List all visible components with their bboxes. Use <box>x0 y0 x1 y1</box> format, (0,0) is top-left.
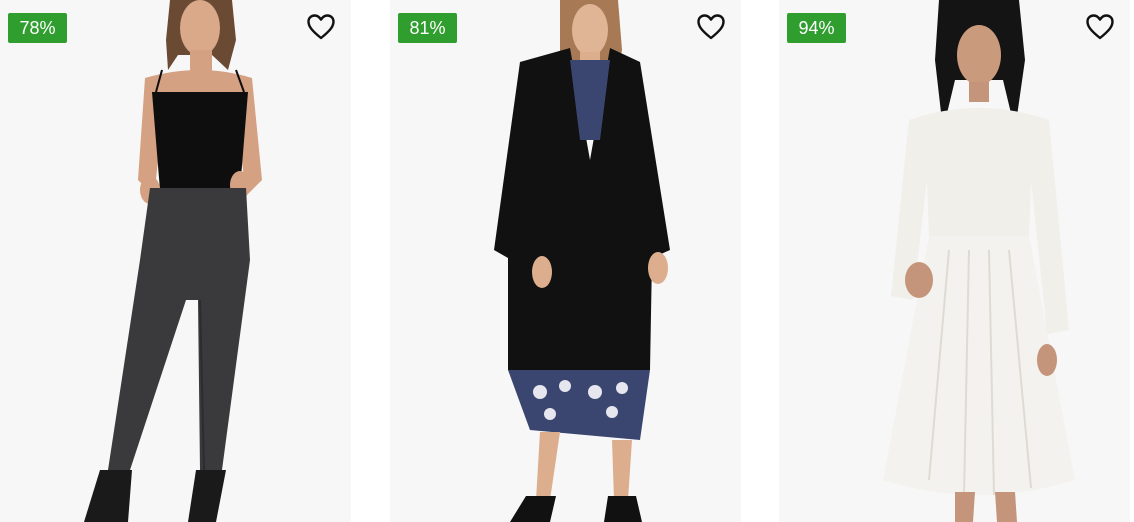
product-image[interactable] <box>779 0 1130 522</box>
product-image[interactable] <box>390 0 741 522</box>
product-image[interactable] <box>0 0 351 522</box>
product-card[interactable]: 81% <box>390 0 741 522</box>
wishlist-heart-icon[interactable] <box>697 14 725 40</box>
product-card[interactable]: 78% <box>0 0 351 522</box>
wishlist-heart-icon[interactable] <box>307 14 335 40</box>
product-card[interactable]: 94% <box>779 0 1130 522</box>
discount-badge: 94% <box>787 13 846 43</box>
wishlist-heart-icon[interactable] <box>1086 14 1114 40</box>
discount-badge: 78% <box>8 13 67 43</box>
discount-badge: 81% <box>398 13 457 43</box>
